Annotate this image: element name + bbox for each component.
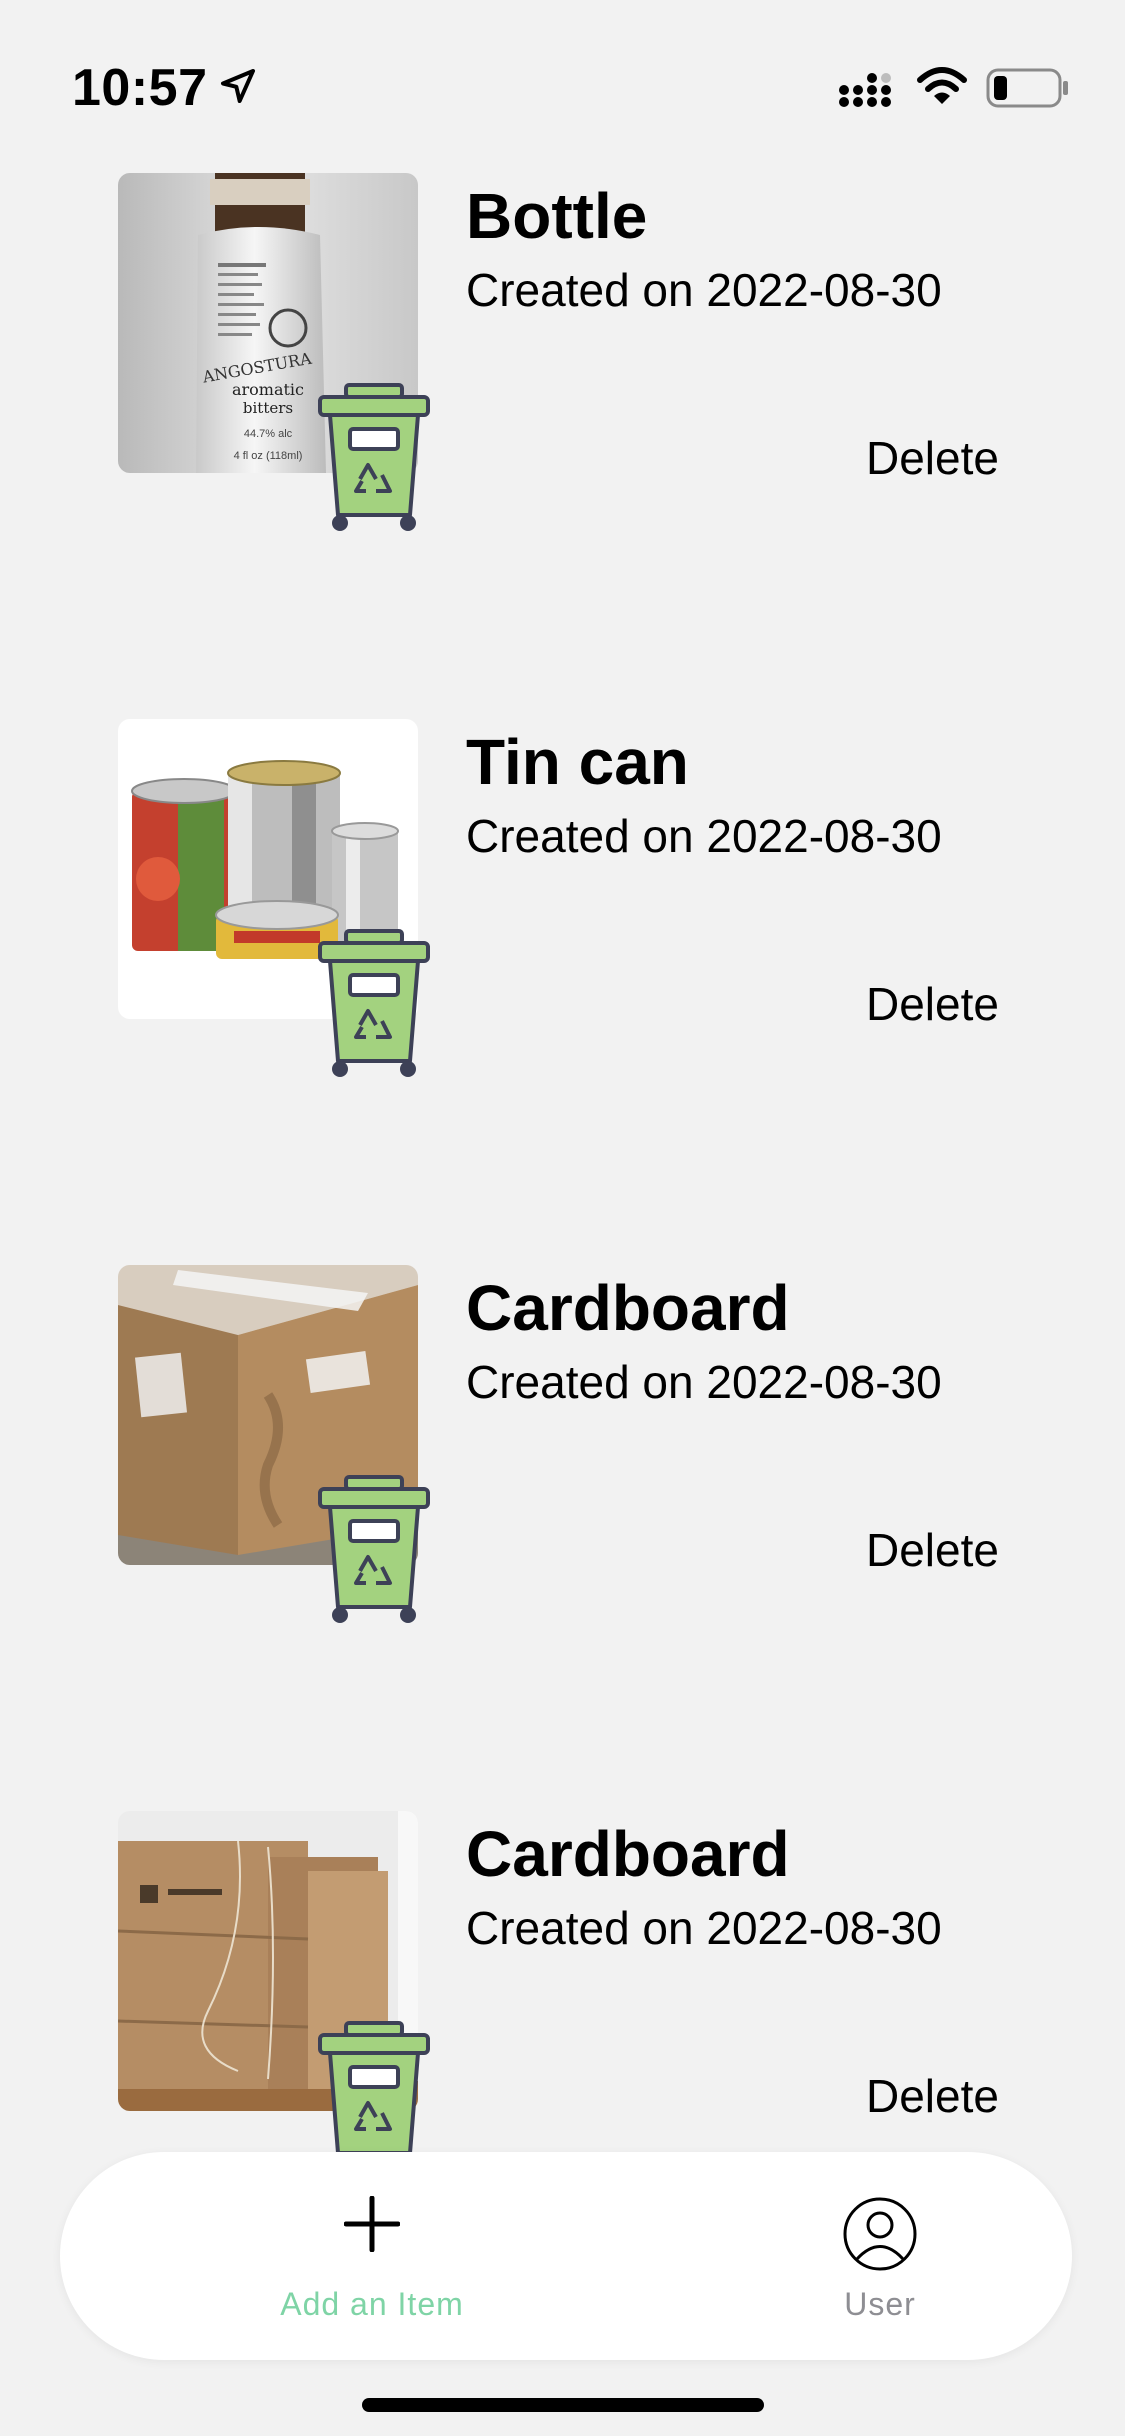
delete-button[interactable]: Delete (866, 2069, 999, 2123)
plus-icon (344, 2196, 400, 2252)
user-circle-icon (843, 2197, 917, 2271)
list-item[interactable]: Cardboard Created on 2022-08-30 Delete (0, 1265, 1125, 1685)
recycle-bin-icon (318, 383, 430, 531)
delete-button[interactable]: Delete (866, 977, 999, 1031)
list-item[interactable]: Tin can Created on 2022-08-30 Delete (0, 719, 1125, 1139)
list-item[interactable]: ANGOSTURA aromatic bitters 44.7% alc 4 f… (0, 173, 1125, 593)
delete-button[interactable]: Delete (866, 431, 999, 485)
item-list[interactable]: ANGOSTURA aromatic bitters 44.7% alc 4 f… (0, 0, 1125, 2160)
recycle-bin-icon (318, 1475, 430, 1623)
home-indicator[interactable] (362, 2398, 764, 2412)
svg-text:4 fl oz (118ml): 4 fl oz (118ml) (234, 450, 303, 462)
item-date: Created on 2022-08-30 (466, 1902, 942, 1954)
svg-text:bitters: bitters (243, 399, 293, 417)
tab-user[interactable]: User (730, 2152, 1030, 2360)
item-date: Created on 2022-08-30 (466, 264, 942, 316)
item-title: Bottle (466, 180, 648, 252)
tab-add-item-label: Add an Item (280, 2286, 464, 2322)
item-title: Cardboard (466, 1818, 790, 1890)
item-title: Tin can (466, 726, 689, 798)
list-item[interactable]: Cardboard Created on 2022-08-30 Delete (0, 1811, 1125, 2160)
svg-text:aromatic: aromatic (232, 380, 304, 399)
item-date: Created on 2022-08-30 (466, 810, 942, 862)
delete-button[interactable]: Delete (866, 1523, 999, 1577)
item-date: Created on 2022-08-30 (466, 1356, 942, 1408)
recycle-bin-icon (318, 929, 430, 1077)
tab-user-label: User (844, 2286, 916, 2322)
item-title: Cardboard (466, 1272, 790, 1344)
svg-text:44.7% alc: 44.7% alc (244, 428, 293, 440)
bottom-tab-bar: Add an Item User (60, 2152, 1072, 2360)
tab-add-item[interactable]: Add an Item (222, 2152, 522, 2360)
recycle-bin-icon (318, 2021, 430, 2160)
